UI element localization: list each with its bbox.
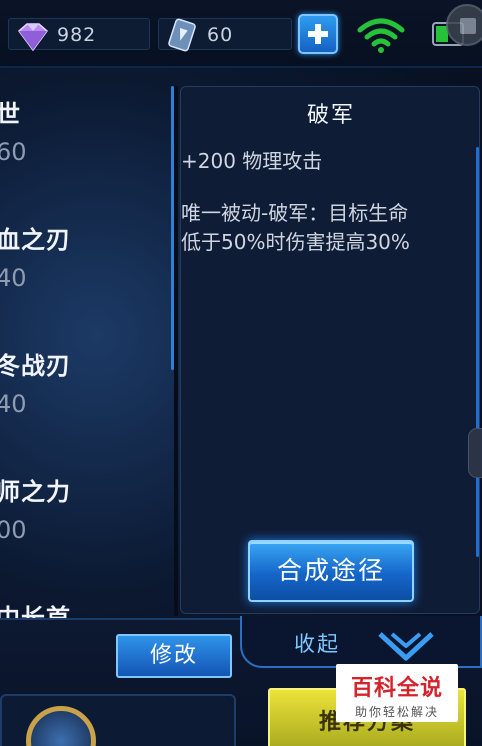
recharge-button[interactable] xyxy=(298,14,338,54)
item-price: 40 xyxy=(0,264,27,292)
description-line: 唯一被动-破军：目标生命 xyxy=(181,201,409,225)
panel-divider xyxy=(174,86,178,616)
compose-path-button[interactable]: 合成途径 xyxy=(248,540,414,602)
top-bar: 982 60 xyxy=(0,0,482,68)
detail-scrollbar[interactable] xyxy=(476,147,479,557)
watermark-subtitle: 助你轻松解决 xyxy=(354,705,439,719)
item-name: 师之力 xyxy=(0,478,71,506)
side-drawer-handle[interactable] xyxy=(468,428,482,478)
voucher-card-icon xyxy=(168,18,196,52)
square-icon xyxy=(460,18,476,34)
item-title: 破军 xyxy=(306,103,355,128)
floating-assist-button[interactable] xyxy=(446,4,482,46)
list-item[interactable]: 世 60 xyxy=(0,94,176,204)
voucher-count: 60 xyxy=(207,24,234,46)
diamond-counter: 982 xyxy=(8,18,150,52)
item-name: 世 xyxy=(0,100,21,128)
collapse-tab[interactable] xyxy=(240,616,482,668)
list-scrollbar[interactable] xyxy=(171,86,174,370)
diamond-icon xyxy=(17,23,49,52)
list-item[interactable]: 师之力 00 xyxy=(0,472,176,582)
item-price: 40 xyxy=(0,390,27,418)
item-price: 00 xyxy=(0,516,27,544)
diamond-count: 982 xyxy=(57,24,97,46)
item-name: 中长首 xyxy=(0,604,71,618)
item-detail-panel: 破军 +200 物理攻击 唯一被动-破军：目标生命 低于50%时伤害提高30% xyxy=(180,86,480,614)
equipment-list: 世 60 血之刃 40 冬战刃 40 师之力 00 中长首 xyxy=(0,70,176,618)
watermark-logo: 百科全说 助你轻松解决 xyxy=(336,664,458,722)
item-description: 唯一被动-破军：目标生命 低于50%时伤害提高30% xyxy=(181,199,471,257)
edit-button[interactable]: 修改 xyxy=(116,634,232,678)
voucher-counter: 60 xyxy=(158,18,292,52)
item-name: 血之刃 xyxy=(0,226,71,254)
chevron-down-icon[interactable] xyxy=(376,630,436,664)
item-stat: +200 物理攻击 xyxy=(181,149,323,173)
watermark-title: 百科全说 xyxy=(350,676,443,701)
item-name: 冬战刃 xyxy=(0,352,71,380)
collapse-label[interactable]: 收起 xyxy=(294,628,340,658)
item-price: 60 xyxy=(0,138,27,166)
list-item[interactable]: 中长首 xyxy=(0,598,176,618)
plus-icon xyxy=(308,24,328,44)
wifi-icon xyxy=(357,18,405,53)
description-line: 低于50%时伤害提高30% xyxy=(181,230,410,254)
list-item[interactable]: 血之刃 40 xyxy=(0,220,176,330)
list-item[interactable]: 冬战刃 40 xyxy=(0,346,176,456)
